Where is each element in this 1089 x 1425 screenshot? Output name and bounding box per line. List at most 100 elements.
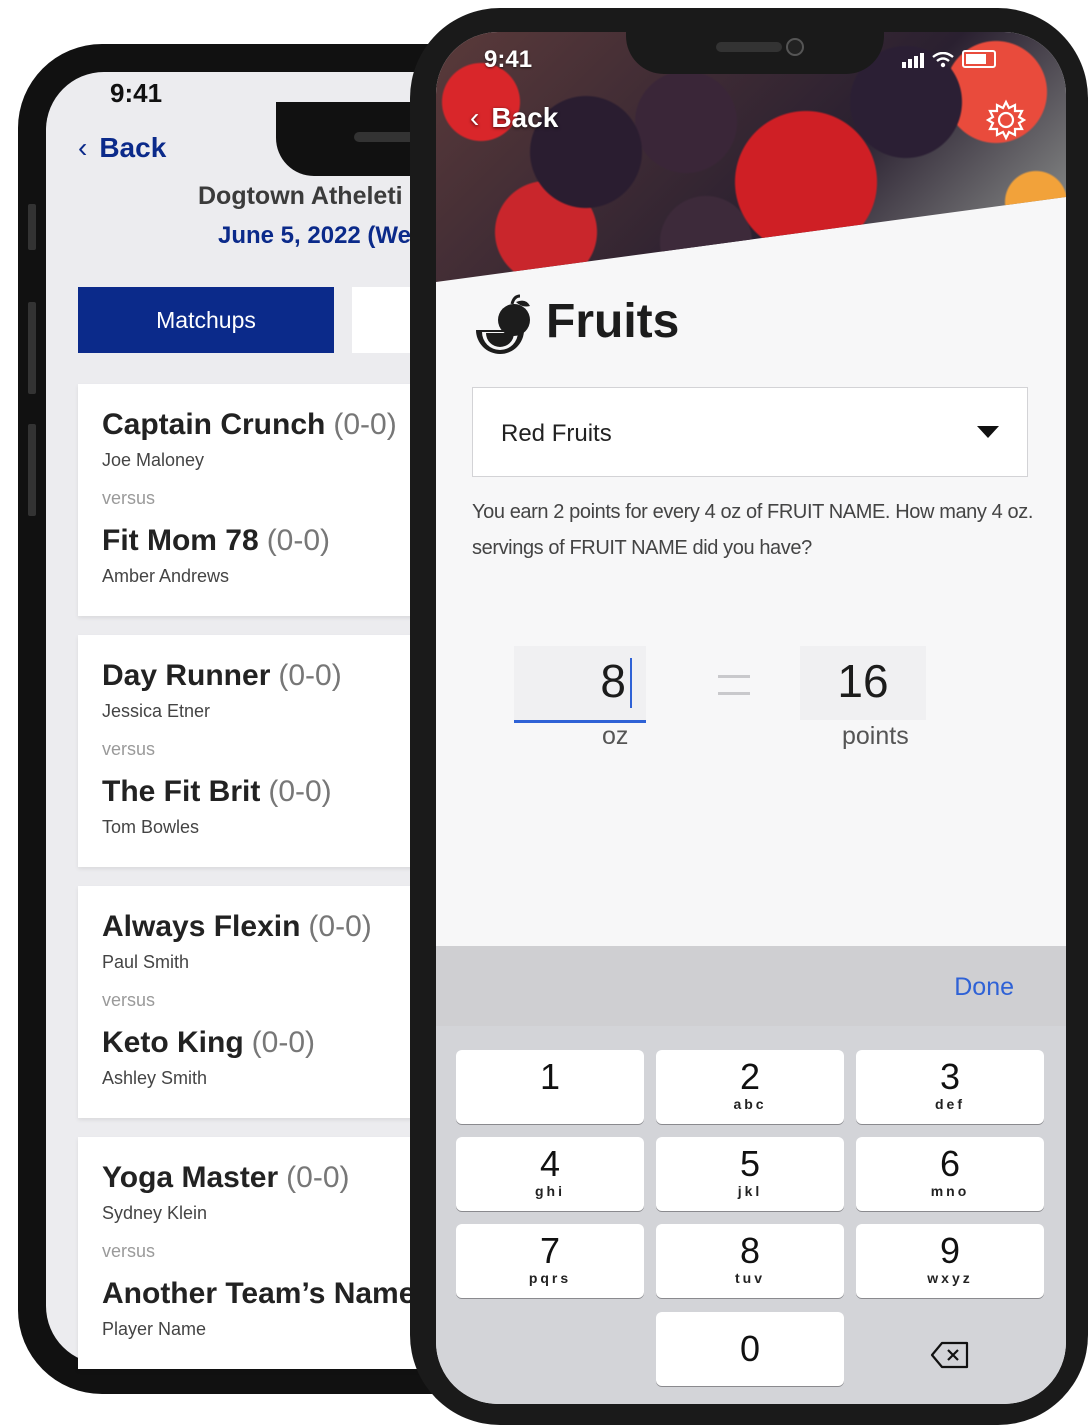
- key-0[interactable]: 0: [656, 1312, 844, 1386]
- points-value: 16: [837, 655, 889, 707]
- player-name: Jessica Etner: [102, 701, 211, 721]
- front-phone-screen: 9:41 ‹ Back Fruits Red Fruits You earn 2 …: [436, 32, 1066, 1404]
- keyboard-toolbar: Done: [436, 946, 1066, 1026]
- versus-label: versus: [102, 488, 156, 508]
- key-letters: def: [935, 1096, 965, 1112]
- player-name: Sydney Klein: [102, 1203, 208, 1223]
- points-unit-label: points: [842, 722, 909, 750]
- team-name: Day Runner: [102, 659, 271, 692]
- speaker: [354, 132, 418, 142]
- fruit-icon: [476, 294, 530, 354]
- team-record: (0-0): [333, 408, 397, 441]
- key-letters: abc: [733, 1096, 767, 1112]
- battery-icon: [962, 50, 996, 68]
- page-title: Fruits: [546, 295, 680, 348]
- key-6[interactable]: 6 mno: [856, 1137, 1044, 1211]
- volume-up-button: [28, 302, 36, 394]
- versus-label: versus: [102, 1241, 156, 1261]
- key-9[interactable]: 9 wxyz: [856, 1224, 1044, 1298]
- mute-switch: [28, 204, 36, 250]
- key-letters: ghi: [535, 1183, 565, 1199]
- key-5[interactable]: 5 jkl: [656, 1137, 844, 1211]
- player-name: Joe Maloney: [102, 450, 205, 470]
- gear-icon[interactable]: [984, 98, 1028, 142]
- key-letters: mno: [930, 1183, 970, 1199]
- team-name: Fit Mom 78: [102, 524, 259, 557]
- status-time: 9:41: [484, 46, 533, 73]
- chevron-left-icon: ‹: [470, 102, 480, 133]
- key-letters: jkl: [737, 1183, 763, 1199]
- team-record: (0-0): [278, 659, 342, 692]
- back-label: Back: [491, 102, 559, 133]
- matchup-card[interactable]: Day Runner (0-0) Jessica Etner versus The…: [78, 635, 438, 867]
- player-name: Ashley Smith: [102, 1068, 208, 1088]
- organization-name: Dogtown Atheleti: [198, 182, 403, 210]
- key-digit: 0: [739, 1328, 761, 1369]
- player-name: Amber Andrews: [102, 566, 230, 586]
- team-record: (0-0): [251, 1026, 315, 1059]
- notch: [626, 32, 884, 74]
- backspace-icon[interactable]: [930, 1340, 970, 1370]
- team-record: (0-0): [266, 524, 331, 557]
- key-letters: pqrs: [528, 1270, 572, 1286]
- numeric-keypad: 1 2 abc 3 def 4 ghi 5 jkl 6 mno 7 pqrs 8 tuv 9w…: [436, 1026, 1066, 1404]
- oz-value: 8: [600, 655, 626, 707]
- oz-unit-label: oz: [602, 722, 629, 750]
- matchup-card[interactable]: Captain Crunch (0-0) Joe Maloney versus F…: [78, 384, 438, 616]
- player-name: Player Name: [102, 1319, 207, 1339]
- fruit-category-select[interactable]: Red Fruits: [472, 387, 1028, 477]
- matchup-card[interactable]: Always Flexin (0-0) Paul Smith versus Ket…: [78, 886, 438, 1118]
- camera: [786, 38, 804, 56]
- event-date: June 5, 2022 (We: [218, 222, 411, 249]
- signal-icon: [902, 53, 924, 68]
- key-1[interactable]: 1: [456, 1050, 644, 1124]
- key-digit: 4: [539, 1143, 561, 1184]
- key-letters: tuv: [735, 1270, 765, 1286]
- key-3[interactable]: 3 def: [856, 1050, 1044, 1124]
- key-digit: 6: [939, 1143, 961, 1184]
- team-record: (0-0): [268, 775, 332, 808]
- team-name: Always Flexin: [102, 910, 301, 943]
- team-name: Captain Crunch: [102, 408, 326, 441]
- back-label: Back: [99, 132, 167, 163]
- matchup-card[interactable]: Yoga Master (0-0) Sydney Klein versus Ano…: [78, 1137, 438, 1369]
- key-8[interactable]: 8 tuv: [656, 1224, 844, 1298]
- chevron-left-icon: ‹: [78, 132, 88, 163]
- player-name: Paul Smith: [102, 952, 190, 972]
- player-name: Tom Bowles: [102, 817, 200, 837]
- chevron-down-icon: [977, 426, 999, 438]
- equals-icon: [718, 675, 750, 697]
- selected-category: Red Fruits: [501, 420, 612, 447]
- tab-matchups[interactable]: Matchups: [78, 287, 334, 353]
- status-time: 9:41: [110, 78, 163, 108]
- key-digit: 8: [739, 1230, 761, 1271]
- team-name: Another Team’s Name: [102, 1277, 416, 1310]
- key-7[interactable]: 7 pqrs: [456, 1224, 644, 1298]
- versus-label: versus: [102, 739, 156, 759]
- key-letters: wxyz: [927, 1270, 973, 1286]
- key-digit: 1: [539, 1056, 561, 1097]
- key-digit: 7: [539, 1230, 561, 1271]
- key-digit: 2: [739, 1056, 761, 1097]
- team-name: The Fit Brit: [102, 775, 261, 808]
- key-digit: 5: [739, 1143, 761, 1184]
- speaker: [716, 42, 782, 52]
- wifi-icon: [932, 52, 954, 68]
- key-2[interactable]: 2 abc: [656, 1050, 844, 1124]
- team-record: (0-0): [308, 910, 372, 943]
- done-button[interactable]: Done: [954, 973, 1014, 1002]
- points-output: 16: [800, 646, 926, 720]
- volume-down-button: [28, 424, 36, 516]
- back-button[interactable]: ‹ Back: [78, 132, 166, 164]
- oz-input[interactable]: 8: [514, 646, 646, 723]
- back-button[interactable]: ‹ Back: [470, 102, 558, 134]
- team-record: (0-0): [286, 1161, 350, 1194]
- team-name: Yoga Master: [102, 1161, 279, 1194]
- team-name: Keto King: [102, 1026, 244, 1059]
- key-digit: 9: [939, 1230, 961, 1271]
- status-icons: [902, 50, 996, 68]
- key-digit: 3: [939, 1056, 961, 1097]
- text-cursor: [630, 658, 632, 708]
- points-description: You earn 2 points for every 4 oz of FRUI…: [472, 501, 1034, 559]
- key-4[interactable]: 4 ghi: [456, 1137, 644, 1211]
